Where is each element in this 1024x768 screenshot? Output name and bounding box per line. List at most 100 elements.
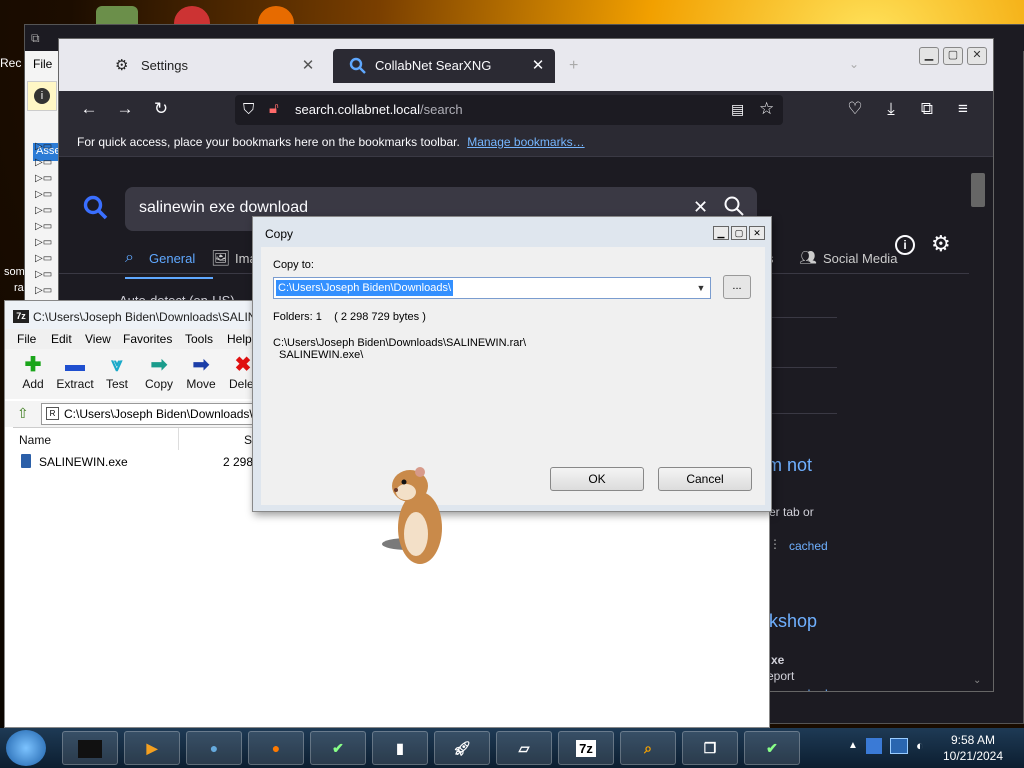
manage-bookmarks-link[interactable]: Manage bookmarks…	[467, 135, 584, 149]
url-text[interactable]: search.collabnet.local/search	[295, 102, 463, 117]
taskbar-rocket[interactable]: 🚀︎	[434, 731, 490, 765]
chevron-down-icon[interactable]: ▼	[694, 281, 708, 295]
address-input[interactable]: R C:\Users\Joseph Biden\Downloads\	[41, 403, 261, 425]
maximize-button[interactable]: ▢	[731, 226, 747, 240]
desktop-label: ra	[14, 282, 24, 294]
download-icon[interactable]: ⤓	[881, 99, 901, 119]
browse-button[interactable]: ...	[723, 275, 751, 299]
tab-searxng[interactable]: CollabNet SearXNG ✕	[333, 49, 555, 83]
cached-link[interactable]: cached	[789, 687, 828, 691]
taskbar-terminal[interactable]: ▮	[372, 731, 428, 765]
menu-view[interactable]: View	[85, 332, 111, 346]
searxng-logo-icon[interactable]	[83, 195, 109, 224]
back-icon[interactable]: ←	[79, 99, 99, 119]
taskbar-cmd[interactable]	[62, 731, 118, 765]
tray-arrow-icon[interactable]: ▲	[848, 740, 858, 751]
clock[interactable]: 9:58 AM 10/21/2024	[938, 732, 1008, 764]
result-heading-fragment[interactable]: kshop	[769, 611, 817, 632]
copy-icon: ➡	[150, 354, 168, 376]
scroll-thumb[interactable]	[971, 173, 985, 207]
forward-icon[interactable]: →	[115, 99, 135, 119]
reload-icon[interactable]: ↻	[151, 99, 171, 119]
terminal-icon: ▮	[396, 740, 404, 756]
volume-icon[interactable]: ◐	[916, 738, 924, 753]
maximize-button[interactable]: ▢	[943, 47, 963, 65]
taskbar-checklist-2[interactable]: ✔	[744, 731, 800, 765]
tree-expander-icon[interactable]: ▷▭	[35, 269, 55, 281]
reader-view-icon[interactable]: ▤	[731, 101, 744, 118]
clock-date: 10/21/2024	[942, 749, 1004, 763]
up-folder-icon[interactable]: ⇧	[17, 405, 29, 422]
taskbar-search[interactable]: ⌕	[620, 731, 676, 765]
extensions-icon[interactable]: ⧉	[917, 99, 937, 119]
move-button[interactable]: ➡ Move	[179, 353, 223, 399]
ok-button[interactable]: OK	[550, 467, 644, 491]
menu-icon[interactable]: ≡	[953, 99, 973, 119]
tree-expander-icon[interactable]: ▷▭	[35, 285, 55, 297]
tree-expander-icon[interactable]: ▷▭	[35, 141, 55, 153]
tree-expander-icon[interactable]: ▷▭	[35, 253, 55, 265]
restore-icon[interactable]: ⧉	[31, 31, 40, 46]
taskbar-windows[interactable]: ❐	[682, 731, 738, 765]
taskbar-firefox[interactable]: ●	[248, 731, 304, 765]
test-button[interactable]: ⩔ Test	[95, 353, 139, 399]
tray-app-icon[interactable]	[866, 738, 882, 754]
preferences-gear-icon[interactable]: ⚙	[931, 231, 951, 257]
move-label: Move	[186, 377, 216, 391]
tree-expander-icon[interactable]: ▷▭	[35, 173, 55, 185]
test-icon: ⩔	[111, 354, 123, 376]
url-bar[interactable]: ⛉ 🔓︎ search.collabnet.local/search ▤ ☆	[235, 95, 783, 125]
taskbar-checklist[interactable]: ✔	[310, 731, 366, 765]
pocket-icon[interactable]: ♡	[845, 99, 865, 119]
bookmark-star-icon[interactable]: ☆	[759, 99, 774, 119]
tab-settings[interactable]: ⚙ Settings ✕	[99, 49, 327, 83]
taskbar-notepad[interactable]: ▱	[496, 731, 552, 765]
new-tab-icon[interactable]: +	[569, 57, 578, 75]
cached-link[interactable]: cached	[789, 539, 828, 553]
chevron-down-icon[interactable]: ⌄	[849, 57, 859, 71]
clock-time: 9:58 AM	[950, 733, 996, 747]
network-icon[interactable]	[890, 738, 908, 754]
tree-expander-icon[interactable]: ▷▭	[35, 221, 55, 233]
taskbar-media-player[interactable]: ▶	[124, 731, 180, 765]
insecure-lock-icon[interactable]: 🔓︎	[269, 100, 279, 117]
menu-favorites[interactable]: Favorites	[123, 332, 172, 346]
start-button[interactable]	[6, 730, 46, 766]
add-icon: ✚	[24, 354, 42, 376]
clear-search-icon[interactable]: ✕	[693, 197, 708, 218]
shield-icon[interactable]: ⛉	[243, 101, 254, 118]
search-icon: ⌕	[644, 740, 652, 756]
minimize-button[interactable]: ▁	[919, 47, 939, 65]
close-icon[interactable]: ✕	[299, 57, 317, 75]
column-name[interactable]: Name	[13, 428, 179, 450]
copy-button[interactable]: ➡ Copy	[137, 353, 181, 399]
tree-expander-icon[interactable]: ▷▭	[35, 157, 55, 169]
taskbar-globe[interactable]: ●	[186, 731, 242, 765]
chevron-down-icon[interactable]: ⌄	[973, 675, 981, 686]
tree-expander-icon[interactable]: ▷▭	[35, 237, 55, 249]
page-scrollbar[interactable]: ⌄	[969, 167, 987, 687]
menu-help[interactable]: Help	[227, 332, 252, 346]
close-icon[interactable]: ✕	[529, 57, 547, 75]
extract-button[interactable]: ▬ Extract	[53, 353, 97, 399]
category-general[interactable]: General	[149, 251, 195, 266]
address-text: C:\Users\Joseph Biden\Downloads\	[64, 407, 253, 421]
minimize-button[interactable]: ▁	[713, 226, 729, 240]
cancel-button[interactable]: Cancel	[658, 467, 752, 491]
menu-tools[interactable]: Tools	[185, 332, 213, 346]
column-size[interactable]: S	[179, 428, 259, 450]
background-menu-file[interactable]: File	[33, 57, 52, 71]
tree-expander-icon[interactable]: ▷▭	[35, 189, 55, 201]
close-window-button[interactable]: ✕	[967, 47, 987, 65]
info-icon[interactable]: i	[895, 235, 915, 255]
menu-edit[interactable]: Edit	[51, 332, 72, 346]
add-button[interactable]: ✚ Add	[11, 353, 55, 399]
tree-expander-icon[interactable]: ▷▭	[35, 205, 55, 217]
result-heading-fragment[interactable]: m not	[767, 455, 812, 476]
category-social-media[interactable]: Social Media	[823, 251, 897, 266]
taskbar-7zip[interactable]: 7z	[558, 731, 614, 765]
menu-file[interactable]: File	[17, 332, 36, 346]
close-button[interactable]: ✕	[749, 226, 765, 240]
copy-dialog[interactable]: Copy ▁ ▢ ✕ Copy to: C:\Users\Joseph Bide…	[252, 216, 772, 512]
destination-path-combobox[interactable]: C:\Users\Joseph Biden\Downloads\ ▼	[273, 277, 711, 299]
